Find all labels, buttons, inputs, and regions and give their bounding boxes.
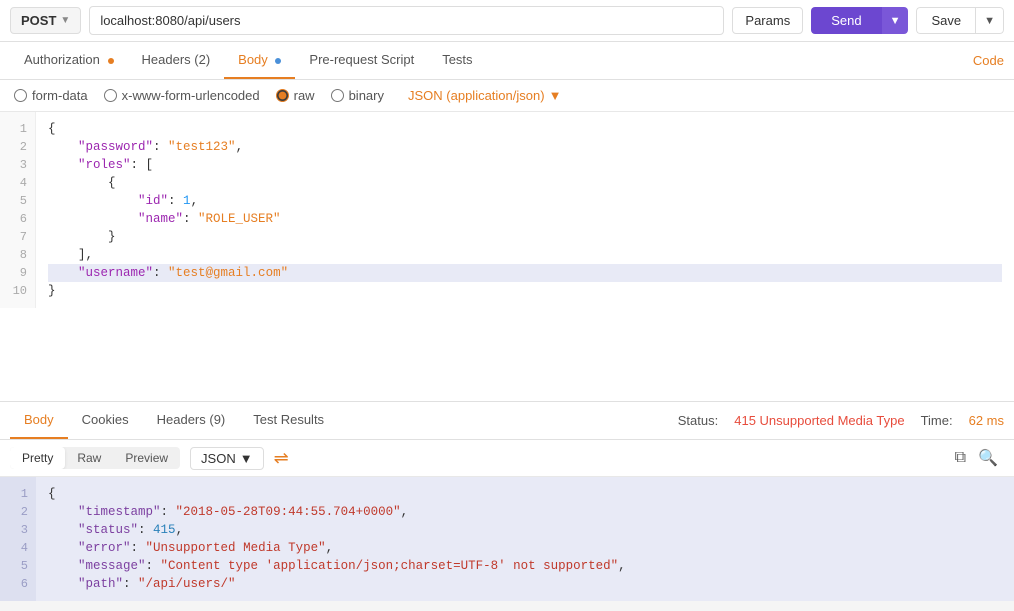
response-code-lines: { "timestamp": "2018-05-28T09:44:55.704+… (36, 477, 1014, 601)
tab-body[interactable]: Body (224, 42, 295, 79)
response-body: 123456 { "timestamp": "2018-05-28T09:44:… (0, 477, 1014, 601)
response-tabs: Body Cookies Headers (9) Test Results St… (0, 402, 1014, 440)
response-line-numbers: 123456 (0, 477, 36, 601)
request-tabs: Authorization Headers (2) Body Pre-reque… (0, 42, 1014, 80)
status-area: Status: 415 Unsupported Media Type Time:… (678, 413, 1004, 428)
send-btn-group: Send ▼ (811, 7, 908, 34)
urlencoded-option[interactable]: x-www-form-urlencoded (104, 88, 260, 103)
format-preview[interactable]: Preview (113, 447, 180, 469)
json-resp-chevron-icon: ▼ (240, 451, 253, 466)
top-bar: POST ▼ Params Send ▼ Save ▼ (0, 0, 1014, 42)
params-button[interactable]: Params (732, 7, 803, 34)
url-input[interactable] (89, 6, 724, 35)
json-format-chevron-icon: ▼ (549, 88, 562, 103)
save-btn-group: Save ▼ (916, 7, 1004, 34)
format-pretty[interactable]: Pretty (10, 447, 65, 469)
tab-tests-label: Tests (442, 52, 472, 67)
resp-tab-headers[interactable]: Headers (9) (143, 402, 240, 439)
form-data-label: form-data (32, 88, 88, 103)
tab-headers-label: Headers (2) (142, 52, 211, 67)
code-link[interactable]: Code (973, 53, 1004, 68)
form-data-option[interactable]: form-data (14, 88, 88, 103)
tab-prerequest-label: Pre-request Script (309, 52, 414, 67)
time-value: 62 ms (969, 413, 1004, 428)
tab-tests[interactable]: Tests (428, 42, 486, 79)
request-code-lines[interactable]: { "password": "test123", "roles": [ { "i… (36, 112, 1014, 308)
request-line-numbers: 12345 678910 (0, 112, 36, 308)
resp-tab-test-results-label: Test Results (253, 412, 324, 427)
status-value: 415 Unsupported Media Type (734, 413, 904, 428)
tab-authorization[interactable]: Authorization (10, 42, 128, 79)
tab-body-label: Body (238, 52, 268, 67)
authorization-dot (108, 58, 114, 64)
resp-tab-test-results[interactable]: Test Results (239, 402, 338, 439)
format-raw[interactable]: Raw (65, 447, 113, 469)
json-format-select[interactable]: JSON (application/json) ▼ (408, 88, 561, 103)
method-chevron-icon: ▼ (60, 15, 70, 26)
json-format-label: JSON (application/json) (408, 88, 545, 103)
resp-tab-body[interactable]: Body (10, 402, 68, 439)
send-button[interactable]: Send (811, 7, 881, 34)
resp-tab-body-label: Body (24, 412, 54, 427)
resp-tab-cookies-label: Cookies (82, 412, 129, 427)
method-label: POST (21, 13, 56, 28)
copy-icon[interactable]: ⧉ (949, 447, 972, 469)
resp-tab-headers-label: Headers (9) (157, 412, 226, 427)
body-options: form-data x-www-form-urlencoded raw bina… (0, 80, 1014, 112)
response-section: Body Cookies Headers (9) Test Results St… (0, 402, 1014, 601)
binary-option[interactable]: binary (331, 88, 384, 103)
status-label: Status: (678, 413, 718, 428)
tab-prerequest[interactable]: Pre-request Script (295, 42, 428, 79)
time-label: Time: (921, 413, 953, 428)
save-chevron-icon[interactable]: ▼ (975, 7, 1004, 34)
binary-label: binary (349, 88, 384, 103)
save-button[interactable]: Save (916, 7, 975, 34)
tab-headers[interactable]: Headers (2) (128, 42, 225, 79)
json-resp-label: JSON (201, 451, 236, 466)
send-chevron-icon[interactable]: ▼ (882, 7, 909, 34)
raw-label: raw (294, 88, 315, 103)
method-select[interactable]: POST ▼ (10, 7, 81, 34)
request-editor: 12345 678910 { "password": "test123", "r… (0, 112, 1014, 402)
json-resp-select[interactable]: JSON ▼ (190, 447, 264, 470)
raw-option[interactable]: raw (276, 88, 315, 103)
urlencoded-label: x-www-form-urlencoded (122, 88, 260, 103)
resp-tab-cookies[interactable]: Cookies (68, 402, 143, 439)
tab-authorization-label: Authorization (24, 52, 100, 67)
response-toolbar: Pretty Raw Preview JSON ▼ ⇌ ⧉ 🔍 (0, 440, 1014, 477)
search-icon[interactable]: 🔍 (972, 446, 1004, 470)
body-dot (275, 58, 281, 64)
wrap-icon[interactable]: ⇌ (274, 448, 289, 469)
format-tabs: Pretty Raw Preview (10, 447, 180, 469)
